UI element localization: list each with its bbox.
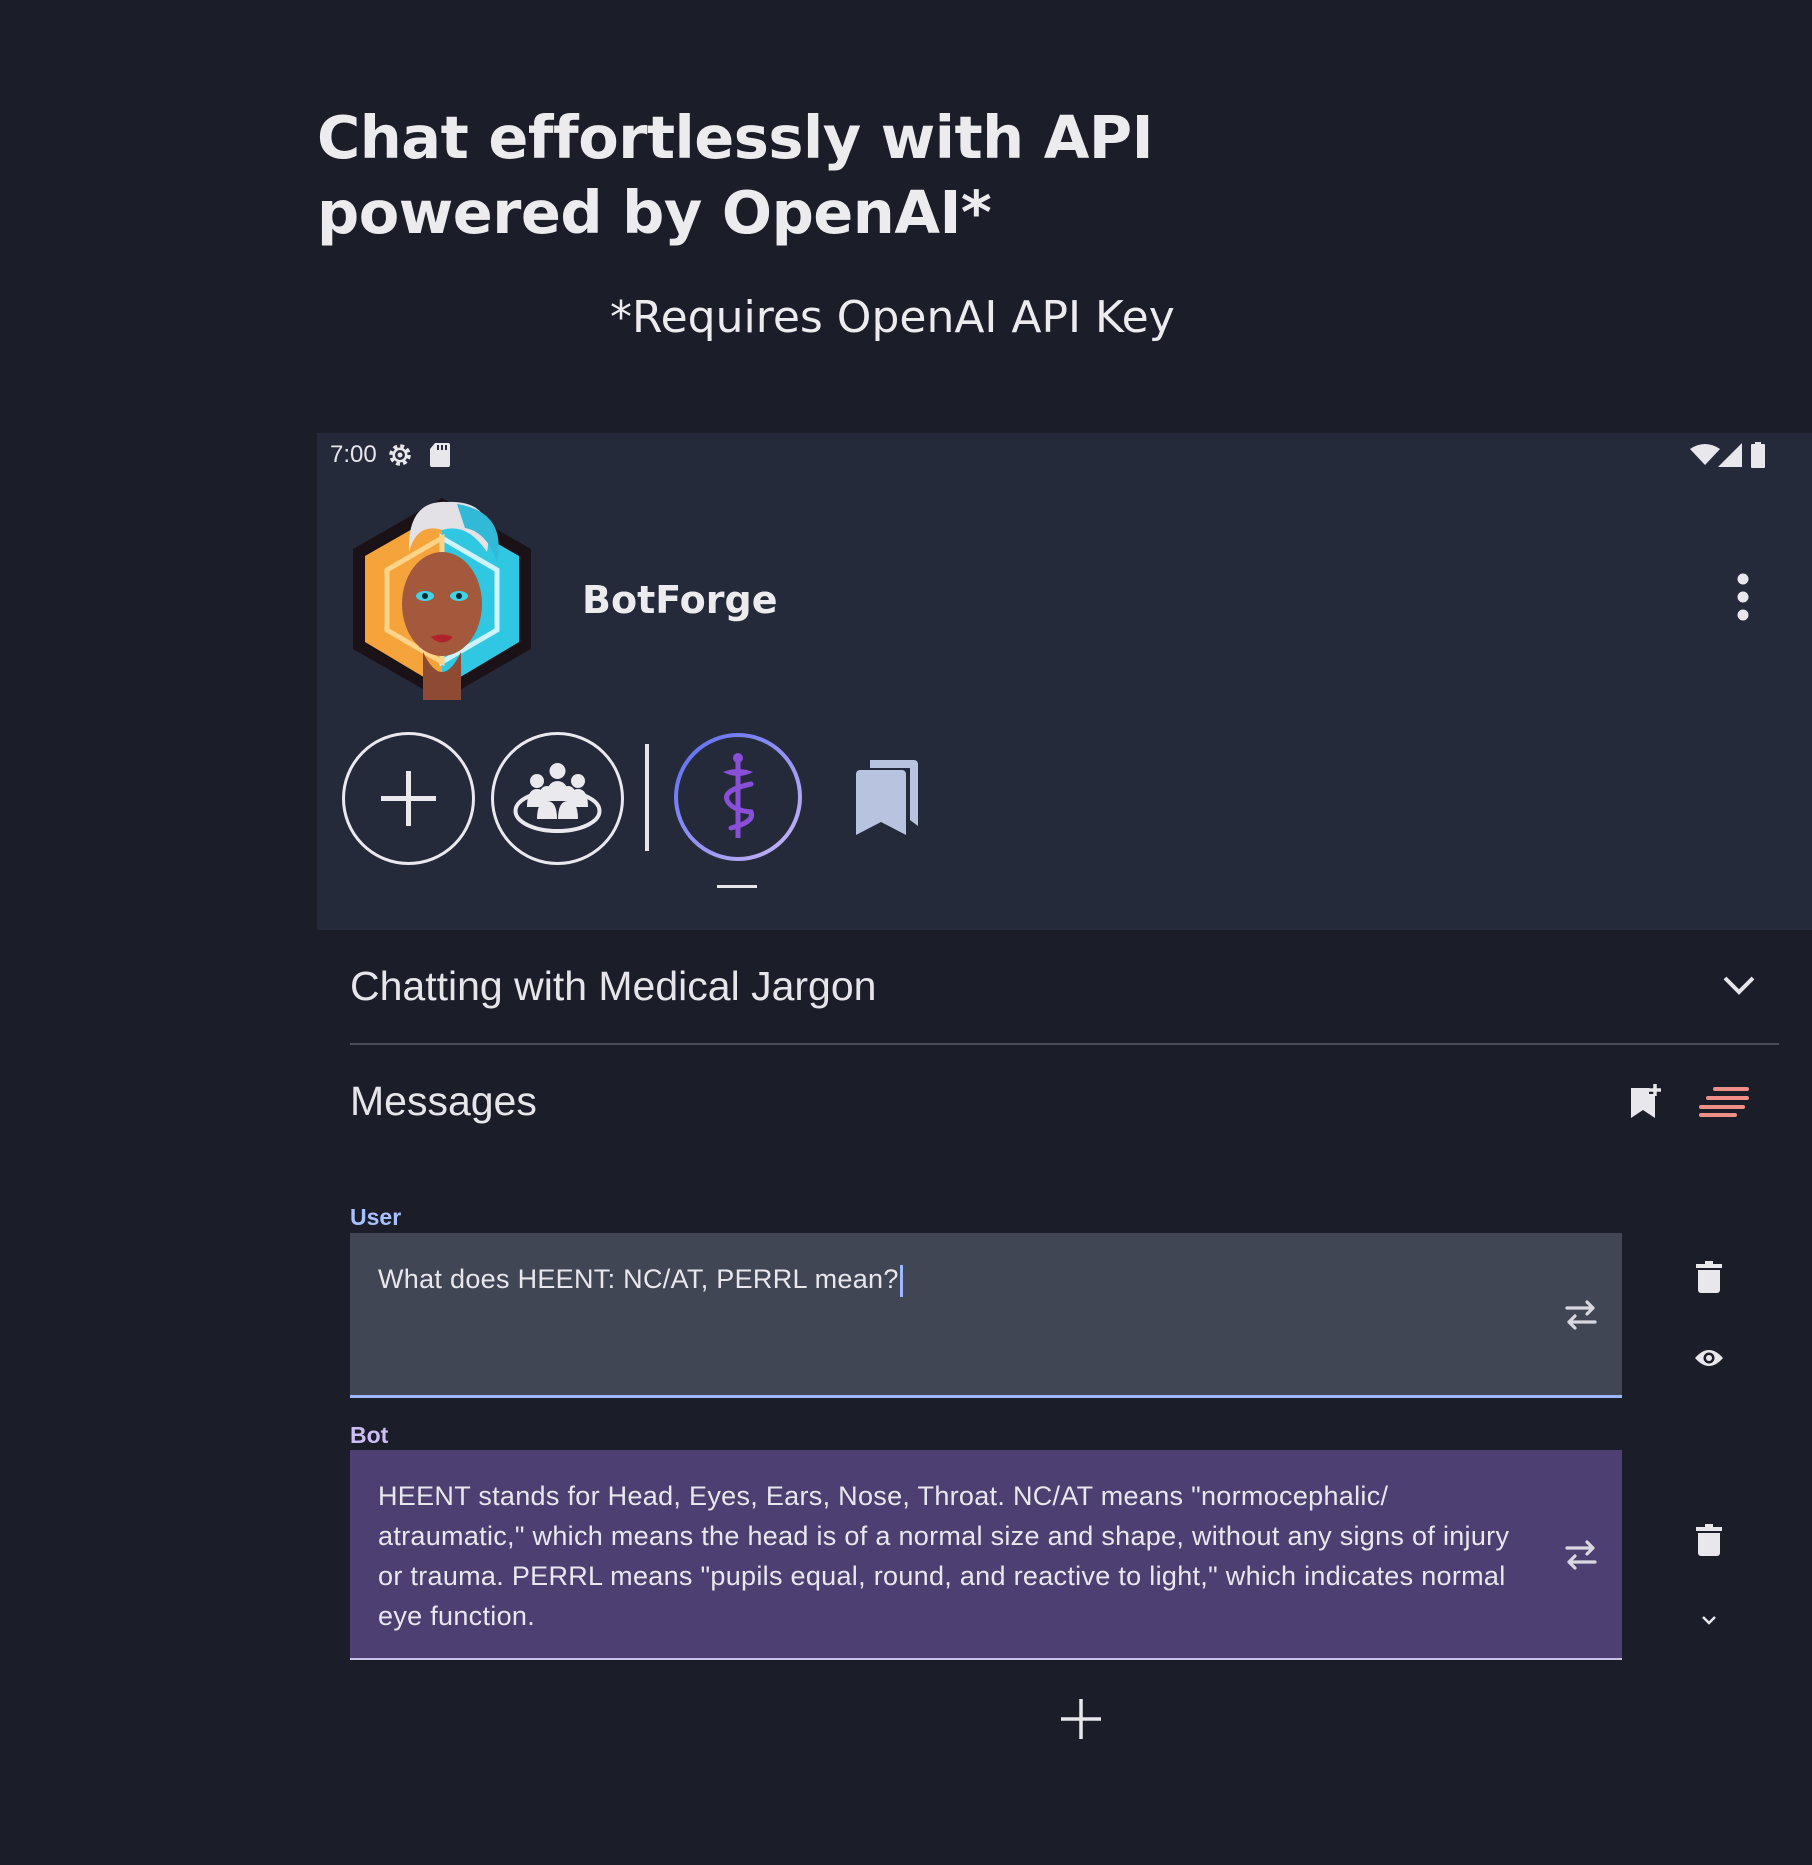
wifi-icon — [1690, 444, 1720, 465]
settings-status-icon — [389, 444, 411, 466]
add-icon — [381, 771, 436, 826]
status-time: 7:00 — [330, 441, 377, 468]
cellular-signal-icon — [1718, 443, 1742, 467]
app-title: BotForge — [582, 578, 778, 622]
active-tab-indicator — [717, 885, 757, 888]
medical-jargon-bot-button[interactable] — [671, 730, 805, 864]
delete-icon[interactable] — [1696, 1524, 1722, 1556]
api-key-footnote: *Requires OpenAI API Key — [610, 292, 1175, 343]
battery-icon — [1751, 442, 1765, 468]
chevron-down-icon[interactable] — [1722, 975, 1756, 997]
bot-role-label: Bot — [350, 1422, 389, 1448]
bookmarks-button[interactable] — [856, 760, 918, 835]
bot-message-input[interactable]: HEENT stands for Head, Eyes, Ears, Nose,… — [350, 1450, 1622, 1660]
promo-headline: Chat effortlessly with API powered by Op… — [317, 100, 1217, 250]
bookmark-add-icon[interactable] — [1629, 1084, 1661, 1120]
messages-heading: Messages — [350, 1078, 537, 1124]
user-role-label: User — [350, 1204, 402, 1230]
delete-icon[interactable] — [1696, 1261, 1722, 1293]
sd-card-status-icon — [430, 443, 450, 467]
section-divider — [350, 1043, 1779, 1045]
text-cursor — [899, 1264, 903, 1297]
visibility-icon[interactable] — [1694, 1348, 1724, 1368]
conversation-title[interactable]: Chatting with Medical Jargon — [350, 963, 876, 1010]
more-vert-icon[interactable] — [1729, 571, 1757, 623]
bot-avatar — [353, 498, 531, 700]
expand-more-icon[interactable] — [1701, 1615, 1717, 1627]
new-bot-button[interactable] — [342, 732, 475, 865]
user-message-text: What does HEENT: NC/AT, PERRL mean? — [378, 1264, 899, 1294]
headline-line-1: Chat effortlessly with API — [317, 103, 1154, 172]
group-icon — [513, 763, 602, 833]
bookmarks-icon — [856, 760, 918, 835]
swap-role-icon[interactable] — [1563, 1298, 1599, 1332]
toolbar-divider — [645, 744, 649, 851]
add-message-button[interactable] — [1060, 1698, 1102, 1740]
group-chat-button[interactable] — [491, 732, 624, 865]
swap-role-icon[interactable] — [1563, 1538, 1599, 1572]
headline-line-2: powered by OpenAI* — [317, 178, 992, 247]
bot-message-text: HEENT stands for Head, Eyes, Ears, Nose,… — [378, 1481, 1510, 1631]
user-message-input[interactable]: What does HEENT: NC/AT, PERRL mean? — [350, 1233, 1622, 1398]
clear-all-icon[interactable] — [1699, 1087, 1749, 1117]
